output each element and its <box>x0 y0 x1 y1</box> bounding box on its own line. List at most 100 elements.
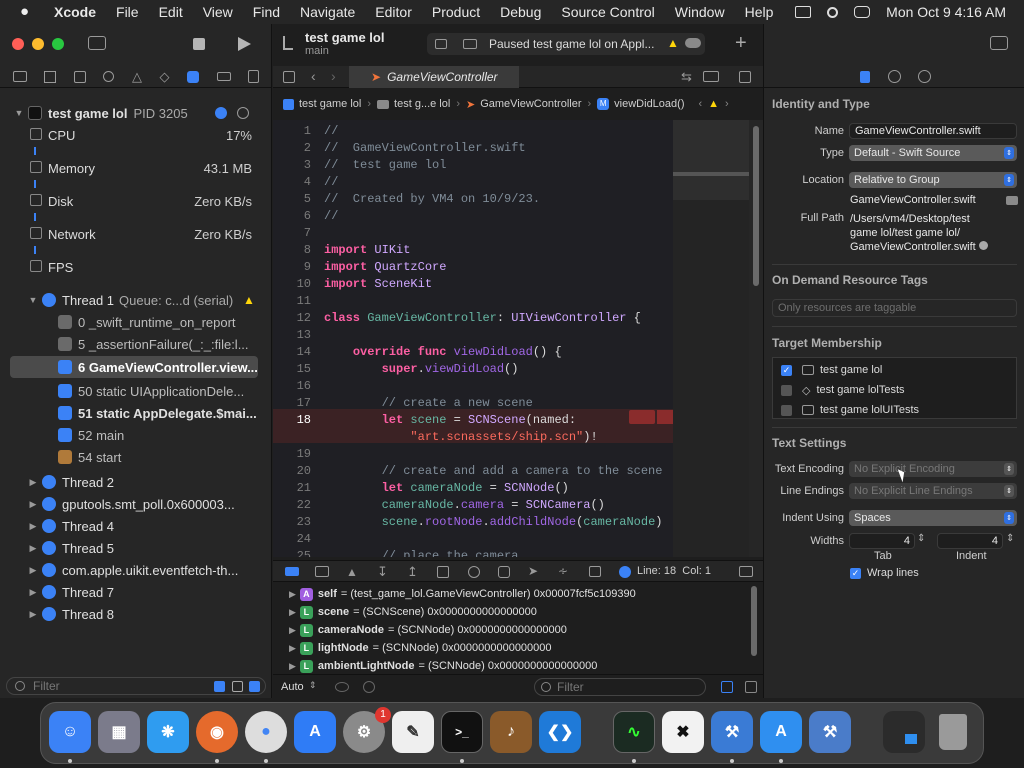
minimize-window-button[interactable] <box>32 38 44 50</box>
disclosure-closed-icon[interactable]: ▶ <box>28 477 38 488</box>
code-line[interactable]: import UIKit <box>324 243 410 257</box>
filter-option-icon[interactable] <box>232 681 243 692</box>
issue-navigator-icon[interactable]: △ <box>132 69 142 85</box>
breakpoint-navigator-icon[interactable] <box>216 72 231 81</box>
code-line[interactable]: // place the camera <box>324 549 519 557</box>
tab-width-stepper-icon[interactable]: ⇕ <box>917 533 925 544</box>
tab-width-field[interactable]: 4 <box>849 533 915 549</box>
navigator-filter-field[interactable]: Filter <box>6 677 266 695</box>
disclosure-closed-icon[interactable]: ▶ <box>28 565 38 576</box>
indent-using-popup[interactable]: Spaces ⇕ <box>849 510 1017 526</box>
dock-instruments-icon[interactable]: ♪ <box>490 711 532 753</box>
step-over-icon[interactable]: ↧ <box>377 564 388 580</box>
quick-look-icon[interactable] <box>335 682 349 692</box>
zoom-window-button[interactable] <box>52 38 64 50</box>
gauge-cpu[interactable]: CPU 17% <box>32 125 262 157</box>
scrollbar-thumb[interactable] <box>753 126 759 286</box>
gauge-fps[interactable]: FPS <box>32 257 262 289</box>
breadcrumb-item[interactable]: test game lol <box>299 98 361 110</box>
code-line[interactable]: import SceneKit <box>324 277 432 291</box>
dock-finder-icon[interactable]: ☺ <box>49 711 91 753</box>
auto-selector[interactable]: Auto <box>281 681 304 693</box>
step-out-icon[interactable] <box>437 566 449 578</box>
code-line[interactable]: super.viewDidLoad() <box>324 362 519 376</box>
code-line[interactable]: override func viewDidLoad() { <box>324 345 562 359</box>
disclosure-closed-icon[interactable]: ▶ <box>28 609 38 620</box>
memory-graph-icon[interactable] <box>498 566 510 578</box>
disclosure-closed-icon[interactable]: ▶ <box>289 589 296 600</box>
branch-name[interactable]: main <box>305 45 329 57</box>
code-line[interactable]: let scene = SCNScene(named: <box>324 413 576 427</box>
editor-options-icon[interactable] <box>703 71 719 82</box>
location-popup[interactable]: Relative to Group ⇕ <box>849 172 1017 188</box>
process-row[interactable]: ▼ test game lol PID 3205 <box>0 102 272 124</box>
minimap[interactable] <box>673 120 749 557</box>
close-window-button[interactable] <box>12 38 24 50</box>
variable-row[interactable]: ▶ LcameraNode = (SCNNode) 0x00000000000000… <box>289 621 567 639</box>
menu-view[interactable]: View <box>203 4 233 20</box>
code-line[interactable]: import QuartzCore <box>324 260 446 274</box>
apple-menu-icon[interactable]: ● <box>20 4 34 20</box>
code-line[interactable]: let cameraNode = SCNNode() <box>324 481 569 495</box>
console-toggle-icon[interactable] <box>739 566 753 577</box>
menu-debug[interactable]: Debug <box>500 4 541 20</box>
code-line[interactable]: // Created by VM4 on 10/9/23. <box>324 192 540 206</box>
dock-launchpad-icon[interactable]: ▦ <box>98 711 140 753</box>
code-line[interactable]: // GameViewController.swift <box>324 141 526 155</box>
disclosure-closed-icon[interactable]: ▶ <box>28 499 38 510</box>
disclosure-closed-icon[interactable]: ▶ <box>28 521 38 532</box>
dock-xcode-beta-icon[interactable]: ⚒ <box>809 711 851 753</box>
frame-row[interactable]: 52 main <box>0 424 272 446</box>
target-row[interactable]: test game lolUITests <box>781 402 919 418</box>
code-editor[interactable]: 1 // 2 // GameViewController.swift 3 // test … <box>273 120 673 557</box>
dock-capcut-icon[interactable]: ✖ <box>662 711 704 753</box>
gauge-network[interactable]: Network Zero KB/s <box>32 224 262 256</box>
disclosure-open-icon[interactable]: ▼ <box>28 295 38 305</box>
breakpoints-toggle-icon[interactable] <box>315 566 329 577</box>
history-inspector-icon[interactable] <box>888 70 901 83</box>
gauge-memory[interactable]: Memory 43.1 MB <box>32 158 262 190</box>
code-line[interactable]: // <box>324 124 338 138</box>
test-navigator-icon[interactable]: ◇ <box>160 69 170 85</box>
project-title[interactable]: test game lol <box>305 30 384 45</box>
thread-row[interactable]: ▶ gputools.smt_poll.0x600003... <box>0 493 272 515</box>
disclosure-closed-icon[interactable]: ▶ <box>289 625 296 636</box>
help-inspector-icon[interactable] <box>918 70 931 83</box>
type-popup[interactable]: Default - Swift Source ⇕ <box>849 145 1017 161</box>
menu-find[interactable]: Find <box>253 4 280 20</box>
target-row[interactable]: ◇ test game lolTests <box>781 382 905 398</box>
menu-editor[interactable]: Editor <box>375 4 412 20</box>
variable-row[interactable]: ▶ LambientLightNode = (SCNNode) 0x00000000… <box>289 657 597 673</box>
add-tab-icon[interactable]: + <box>735 32 747 55</box>
disclosure-open-icon[interactable]: ▼ <box>14 108 24 118</box>
target-checkbox-checked[interactable]: ✓ <box>781 364 792 376</box>
folder-icon[interactable] <box>12 71 27 82</box>
thread-row[interactable]: ▶ Thread 7 <box>0 581 272 603</box>
gauge-disk[interactable]: Disk Zero KB/s <box>32 191 262 223</box>
scrollbar-thumb[interactable] <box>751 586 757 656</box>
variables-scrollbar[interactable] <box>751 586 759 666</box>
dock-textedit-icon[interactable]: ✎ <box>392 711 434 753</box>
dock-trash-icon[interactable] <box>932 711 974 753</box>
dock-app-store-icon[interactable]: A <box>294 711 336 753</box>
target-checkbox[interactable] <box>781 404 792 416</box>
filter-option-icon[interactable] <box>214 681 225 692</box>
menubar-clock[interactable]: Mon Oct 9 4:16 AM <box>886 4 1006 20</box>
menu-xcode[interactable]: Xcode <box>54 4 96 20</box>
print-description-icon[interactable] <box>363 681 375 693</box>
tab-gameviewcontroller[interactable]: ➤ GameViewController <box>349 66 519 88</box>
menu-edit[interactable]: Edit <box>159 4 183 20</box>
disclosure-closed-icon[interactable]: ▶ <box>289 643 296 654</box>
dock-vscode-icon[interactable]: ❮❯ <box>539 711 581 753</box>
continue-icon[interactable]: ▲ <box>346 565 358 579</box>
report-navigator-icon[interactable] <box>248 70 260 83</box>
breadcrumb-item[interactable]: GameViewController <box>480 98 581 110</box>
thread-row[interactable]: ▶ Thread 8 <box>0 603 272 625</box>
menu-navigate[interactable]: Navigate <box>300 4 355 20</box>
variable-row[interactable]: ▶ Lscene = (SCNScene) 0x0000000000000000 <box>289 603 537 621</box>
name-field[interactable]: GameViewController.swift <box>849 123 1017 139</box>
environment-icon[interactable]: ∻ <box>558 564 568 578</box>
frame-row-selected[interactable]: 6 GameViewController.view... <box>10 356 258 378</box>
code-line[interactable]: // <box>324 209 338 223</box>
process-info-icon[interactable] <box>215 107 227 119</box>
